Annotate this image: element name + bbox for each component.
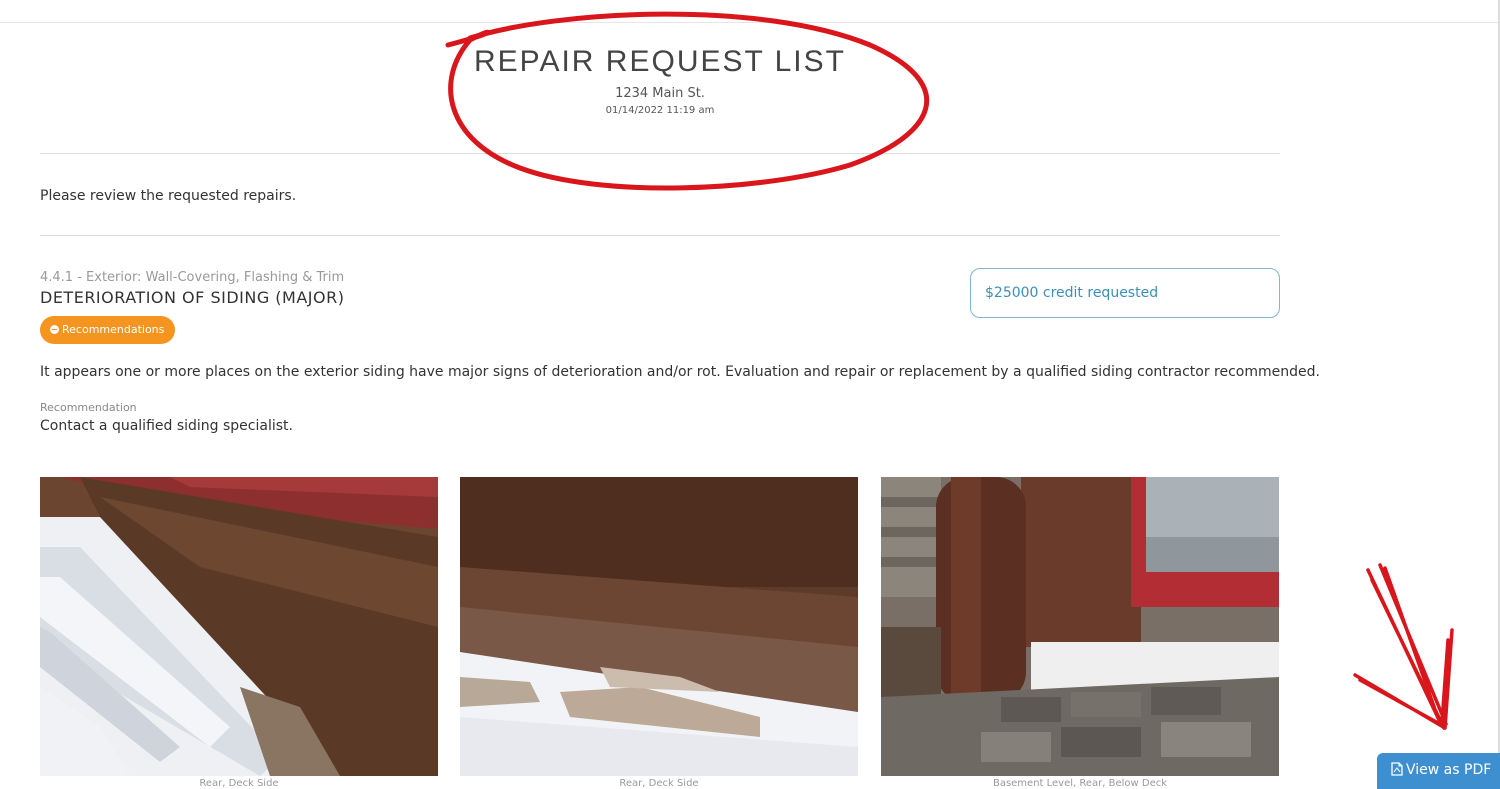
pdf-button-label: View as PDF [1406, 762, 1492, 778]
divider [40, 235, 1280, 236]
photo-3[interactable] [881, 477, 1279, 776]
credit-request-box[interactable]: $25000 credit requested [970, 268, 1280, 318]
photo-2[interactable] [460, 477, 858, 776]
item-category: 4.4.1 - Exterior: Wall-Covering, Flashin… [40, 270, 345, 285]
minus-circle-icon [50, 325, 59, 334]
badge-label: Recommendations [62, 323, 165, 336]
recommendations-badge[interactable]: Recommendations [40, 316, 175, 344]
view-as-pdf-button[interactable]: View as PDF [1377, 753, 1500, 789]
item-description: It appears one or more places on the ext… [40, 364, 1320, 380]
pdf-file-icon [1391, 762, 1403, 776]
photo-3-caption: Basement Level, Rear, Below Deck [992, 778, 1168, 789]
photo-2-image [460, 477, 858, 776]
page-title: REPAIR REQUEST LIST [474, 45, 846, 78]
arrow-head-annotation [1353, 628, 1454, 730]
property-address: 1234 Main St. [615, 86, 705, 101]
top-border [0, 22, 1500, 23]
photo-1[interactable] [40, 477, 438, 776]
photo-1-caption: Rear, Deck Side [199, 778, 279, 789]
photo-3-image [881, 477, 1279, 776]
divider [40, 153, 1280, 154]
report-header: REPAIR REQUEST LIST 1234 Main St. 01/14/… [40, 44, 1280, 117]
item-title: DETERIORATION OF SIDING (MAJOR) [40, 288, 345, 307]
photo-2-caption: Rear, Deck Side [619, 778, 699, 789]
intro-text: Please review the requested repairs. [40, 188, 297, 204]
report-date: 01/14/2022 11:19 am [605, 105, 715, 116]
arrow-shaft-annotation [1366, 563, 1448, 730]
photo-1-image [40, 477, 438, 776]
recommendation-text: Contact a qualified siding specialist. [40, 418, 293, 434]
recommendation-label: Recommendation [40, 401, 137, 414]
